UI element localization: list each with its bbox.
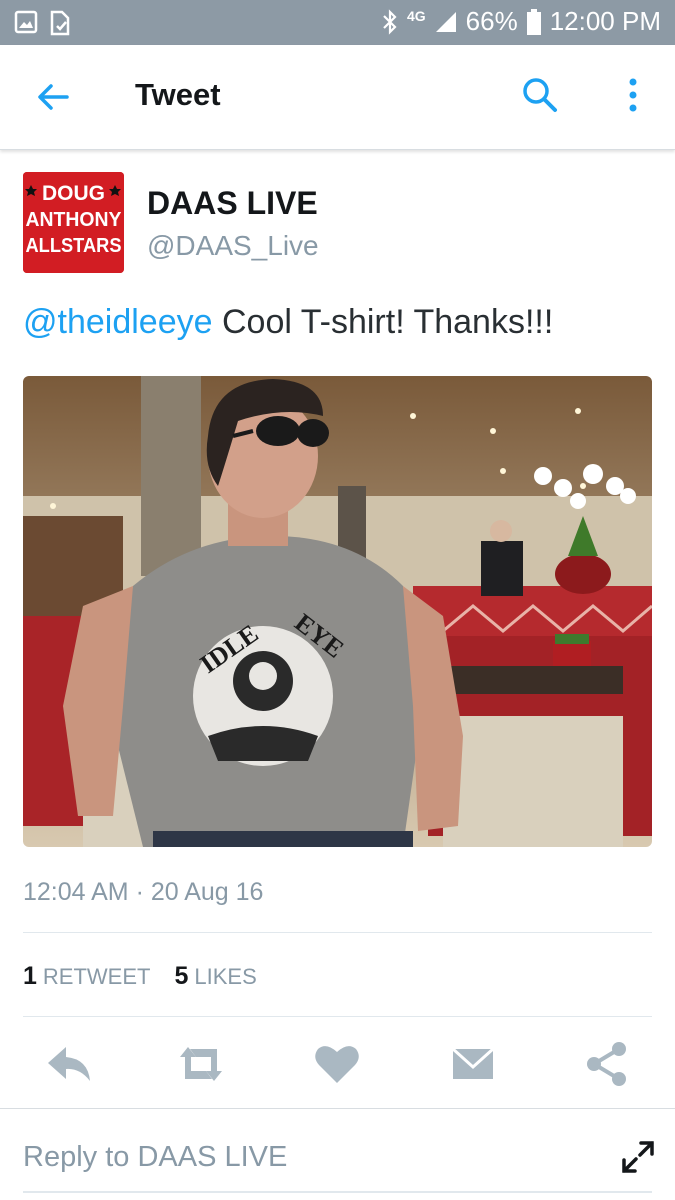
divider: [23, 932, 652, 933]
reply-bar: Reply to DAAS LIVE: [0, 1108, 675, 1200]
more-options-icon[interactable]: [618, 75, 648, 115]
likes-stat[interactable]: 5 LIKES: [174, 962, 256, 991]
retweet-icon[interactable]: [176, 1039, 226, 1089]
avatar-line-3: ALLSTARS: [26, 235, 122, 257]
reply-icon[interactable]: [44, 1039, 94, 1089]
author-handle[interactable]: @DAAS_Live: [147, 230, 319, 262]
avatar[interactable]: DOUG ANTHONY ALLSTARS: [23, 172, 124, 273]
status-bar: 4G 66% 12:00 PM: [0, 0, 675, 45]
mention-link[interactable]: @theidleeye: [23, 303, 213, 341]
image-notification-icon: [14, 10, 38, 34]
tweet-photo[interactable]: IDLE EYE: [23, 376, 652, 847]
battery-icon: [526, 8, 541, 35]
app-bar: Tweet: [0, 45, 675, 150]
back-arrow-icon[interactable]: [33, 77, 73, 117]
tweet-text: @theidleeye Cool T-shirt! Thanks!!!: [23, 303, 553, 342]
clock: 12:00 PM: [549, 6, 661, 36]
retweets-stat[interactable]: 1 RETWEET: [23, 962, 150, 991]
likes-count: 5: [174, 962, 189, 990]
retweets-count: 1: [23, 962, 37, 990]
photo-image: IDLE EYE: [23, 376, 652, 847]
author-name[interactable]: DAAS LIVE: [147, 185, 318, 222]
search-icon[interactable]: [520, 75, 560, 115]
share-icon[interactable]: [582, 1039, 632, 1089]
heart-icon[interactable]: [312, 1039, 362, 1089]
battery-percent: 66%: [465, 6, 518, 36]
download-notification-icon: [50, 10, 70, 36]
likes-label: LIKES: [194, 964, 257, 989]
message-icon[interactable]: [448, 1039, 498, 1089]
retweets-label: RETWEET: [42, 964, 151, 989]
tweet-timestamp: 12:04 AM · 20 Aug 16: [23, 878, 264, 906]
tweet-body: Cool T-shirt! Thanks!!!: [221, 303, 554, 341]
avatar-logo: DOUG ANTHONY ALLSTARS: [23, 172, 124, 273]
bluetooth-icon: [383, 8, 397, 35]
page-title: Tweet: [135, 77, 221, 112]
avatar-line-2: ANTHONY: [26, 209, 123, 231]
notification-icons: [14, 10, 72, 36]
signal-icon: [435, 11, 456, 32]
expand-icon[interactable]: [620, 1139, 656, 1175]
reply-input[interactable]: Reply to DAAS LIVE: [23, 1141, 287, 1174]
network-type: 4G: [406, 7, 426, 24]
reply-underline: [23, 1191, 652, 1193]
tweet-stats: 1 RETWEET 5 LIKES: [23, 962, 257, 991]
avatar-line-1: DOUG: [42, 182, 105, 205]
tweet-actions: [0, 1035, 675, 1095]
divider: [23, 1016, 652, 1017]
